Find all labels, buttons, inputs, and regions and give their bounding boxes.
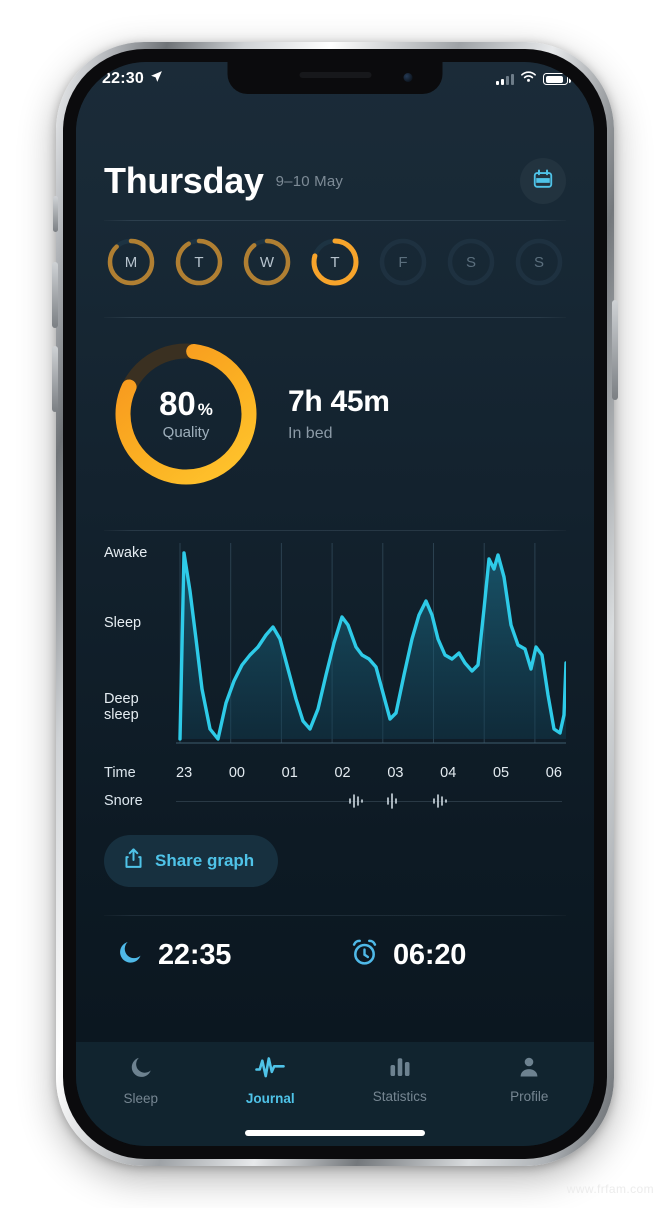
week-day-label: F [398, 253, 408, 271]
quality-percent-symbol: % [197, 400, 213, 419]
time-axis-row: Time 23 00 01 02 03 04 05 06 [104, 765, 566, 781]
status-bar: 22:30 [76, 62, 594, 96]
time-axis-ticks: 23 00 01 02 03 04 05 06 [176, 765, 566, 781]
share-graph-button[interactable]: Share graph [104, 835, 279, 887]
snore-marker [387, 793, 397, 809]
snore-track[interactable] [176, 791, 566, 811]
y-axis-tick-sleep: Sleep [104, 615, 142, 631]
tab-label: Journal [245, 1091, 295, 1106]
alarm-clock-icon [350, 938, 379, 972]
sleep-summary: 80 % Quality 7h 45m In bed [104, 318, 566, 514]
battery-icon [543, 73, 571, 85]
tab-statistics[interactable]: Statistics [335, 1055, 465, 1104]
in-bed-value: 7h 45m [288, 385, 390, 418]
x-axis-tick: 04 [440, 765, 457, 781]
status-bar-left: 22:30 [102, 70, 163, 88]
wifi-icon [520, 70, 537, 88]
bed-time-item[interactable]: 22:35 [104, 939, 336, 972]
calendar-button[interactable] [520, 158, 566, 204]
tab-profile[interactable]: Profile [465, 1055, 595, 1104]
x-axis-tick: 05 [492, 765, 510, 781]
week-day-mon[interactable]: M [106, 237, 156, 287]
snore-row: Snore [104, 791, 566, 811]
week-day-thu[interactable]: T [310, 237, 360, 287]
bed-time-value: 22:35 [158, 938, 232, 971]
moon-icon [128, 1055, 154, 1084]
x-axis-tick: 00 [228, 765, 245, 781]
calendar-icon [532, 168, 554, 195]
week-day-label: T [330, 253, 340, 271]
week-day-sat[interactable]: S [446, 237, 496, 287]
location-arrow-icon [150, 70, 163, 88]
quality-percent-value: 80 [159, 385, 196, 422]
week-day-label: T [194, 253, 204, 271]
quality-label: Quality [162, 424, 210, 441]
page-title: Thursday [104, 160, 264, 201]
phone-screen: 22:30 Thursday 9–10 May M T W T F S S 80… [76, 62, 594, 1146]
x-axis-tick: 01 [281, 765, 298, 781]
volume-up-button[interactable] [52, 262, 58, 328]
share-icon [124, 848, 143, 874]
page-header: Thursday 9–10 May [104, 158, 566, 204]
app-content: Thursday 9–10 May M T W T F S S 80 % Qua… [76, 96, 594, 1146]
tab-label: Statistics [372, 1089, 427, 1104]
week-strip: M T W T F S S [104, 221, 566, 301]
week-day-label: S [533, 253, 544, 271]
y-axis-labels: Awake Sleep Deep sleep [104, 543, 172, 759]
in-bed-block: 7h 45m In bed [288, 385, 390, 443]
volume-down-button[interactable] [52, 346, 58, 412]
alarm-time-item[interactable]: 06:20 [336, 938, 466, 972]
silent-switch[interactable] [53, 196, 58, 232]
tab-label: Profile [510, 1089, 549, 1104]
power-button[interactable] [612, 300, 618, 400]
screenshot-canvas: 22:30 Thursday 9–10 May M T W T F S S 80… [0, 0, 670, 1208]
tab-sleep[interactable]: Sleep [76, 1055, 206, 1106]
week-day-sun[interactable]: S [514, 237, 564, 287]
x-axis-tick: 23 [176, 765, 193, 781]
hypnogram-plot [176, 543, 566, 759]
status-bar-time: 22:30 [102, 70, 144, 87]
quality-percent: 80 % [159, 387, 213, 420]
x-axis-tick: 02 [334, 765, 351, 781]
week-day-label: S [465, 253, 476, 271]
moon-icon [116, 939, 144, 972]
snore-marker [433, 794, 447, 808]
date-range-label: 9–10 May [275, 172, 344, 190]
tab-bar: Sleep Journal Statistics Profile [76, 1042, 594, 1146]
week-day-label: M [124, 253, 138, 271]
watermark: www.frfam.com [566, 1182, 654, 1196]
status-bar-right [496, 70, 571, 88]
y-axis-tick-awake: Awake [104, 545, 148, 561]
week-day-fri[interactable]: F [378, 237, 428, 287]
time-axis-label: Time [104, 765, 136, 781]
waveform-icon [255, 1055, 286, 1084]
x-axis-tick: 03 [387, 765, 404, 781]
in-bed-label: In bed [288, 425, 333, 442]
snore-label: Snore [104, 793, 143, 809]
cellular-signal-icon [496, 73, 514, 85]
times-row: 22:35 06:20 [104, 916, 566, 982]
quality-ring-center: 80 % Quality [110, 338, 262, 490]
week-day-tue[interactable]: T [174, 237, 224, 287]
y-axis-tick-deep-sleep: Deep sleep [104, 691, 139, 724]
hypnogram-block: Awake Sleep Deep sleep Time 23 00 01 02 … [104, 531, 566, 887]
alarm-time-value: 06:20 [393, 938, 467, 971]
person-icon [517, 1055, 541, 1082]
hypnogram-chart[interactable]: Awake Sleep Deep sleep [104, 543, 566, 759]
week-day-wed[interactable]: W [242, 237, 292, 287]
home-indicator[interactable] [245, 1130, 425, 1136]
share-graph-label: Share graph [155, 851, 255, 870]
snore-marker [349, 794, 363, 808]
bar-chart-icon [388, 1055, 412, 1082]
quality-ring: 80 % Quality [110, 338, 262, 490]
week-day-label: W [259, 253, 275, 271]
x-axis-tick: 06 [545, 765, 562, 781]
tab-journal[interactable]: Journal [206, 1055, 336, 1106]
tab-label: Sleep [123, 1091, 159, 1106]
hypnogram-area [180, 553, 566, 739]
